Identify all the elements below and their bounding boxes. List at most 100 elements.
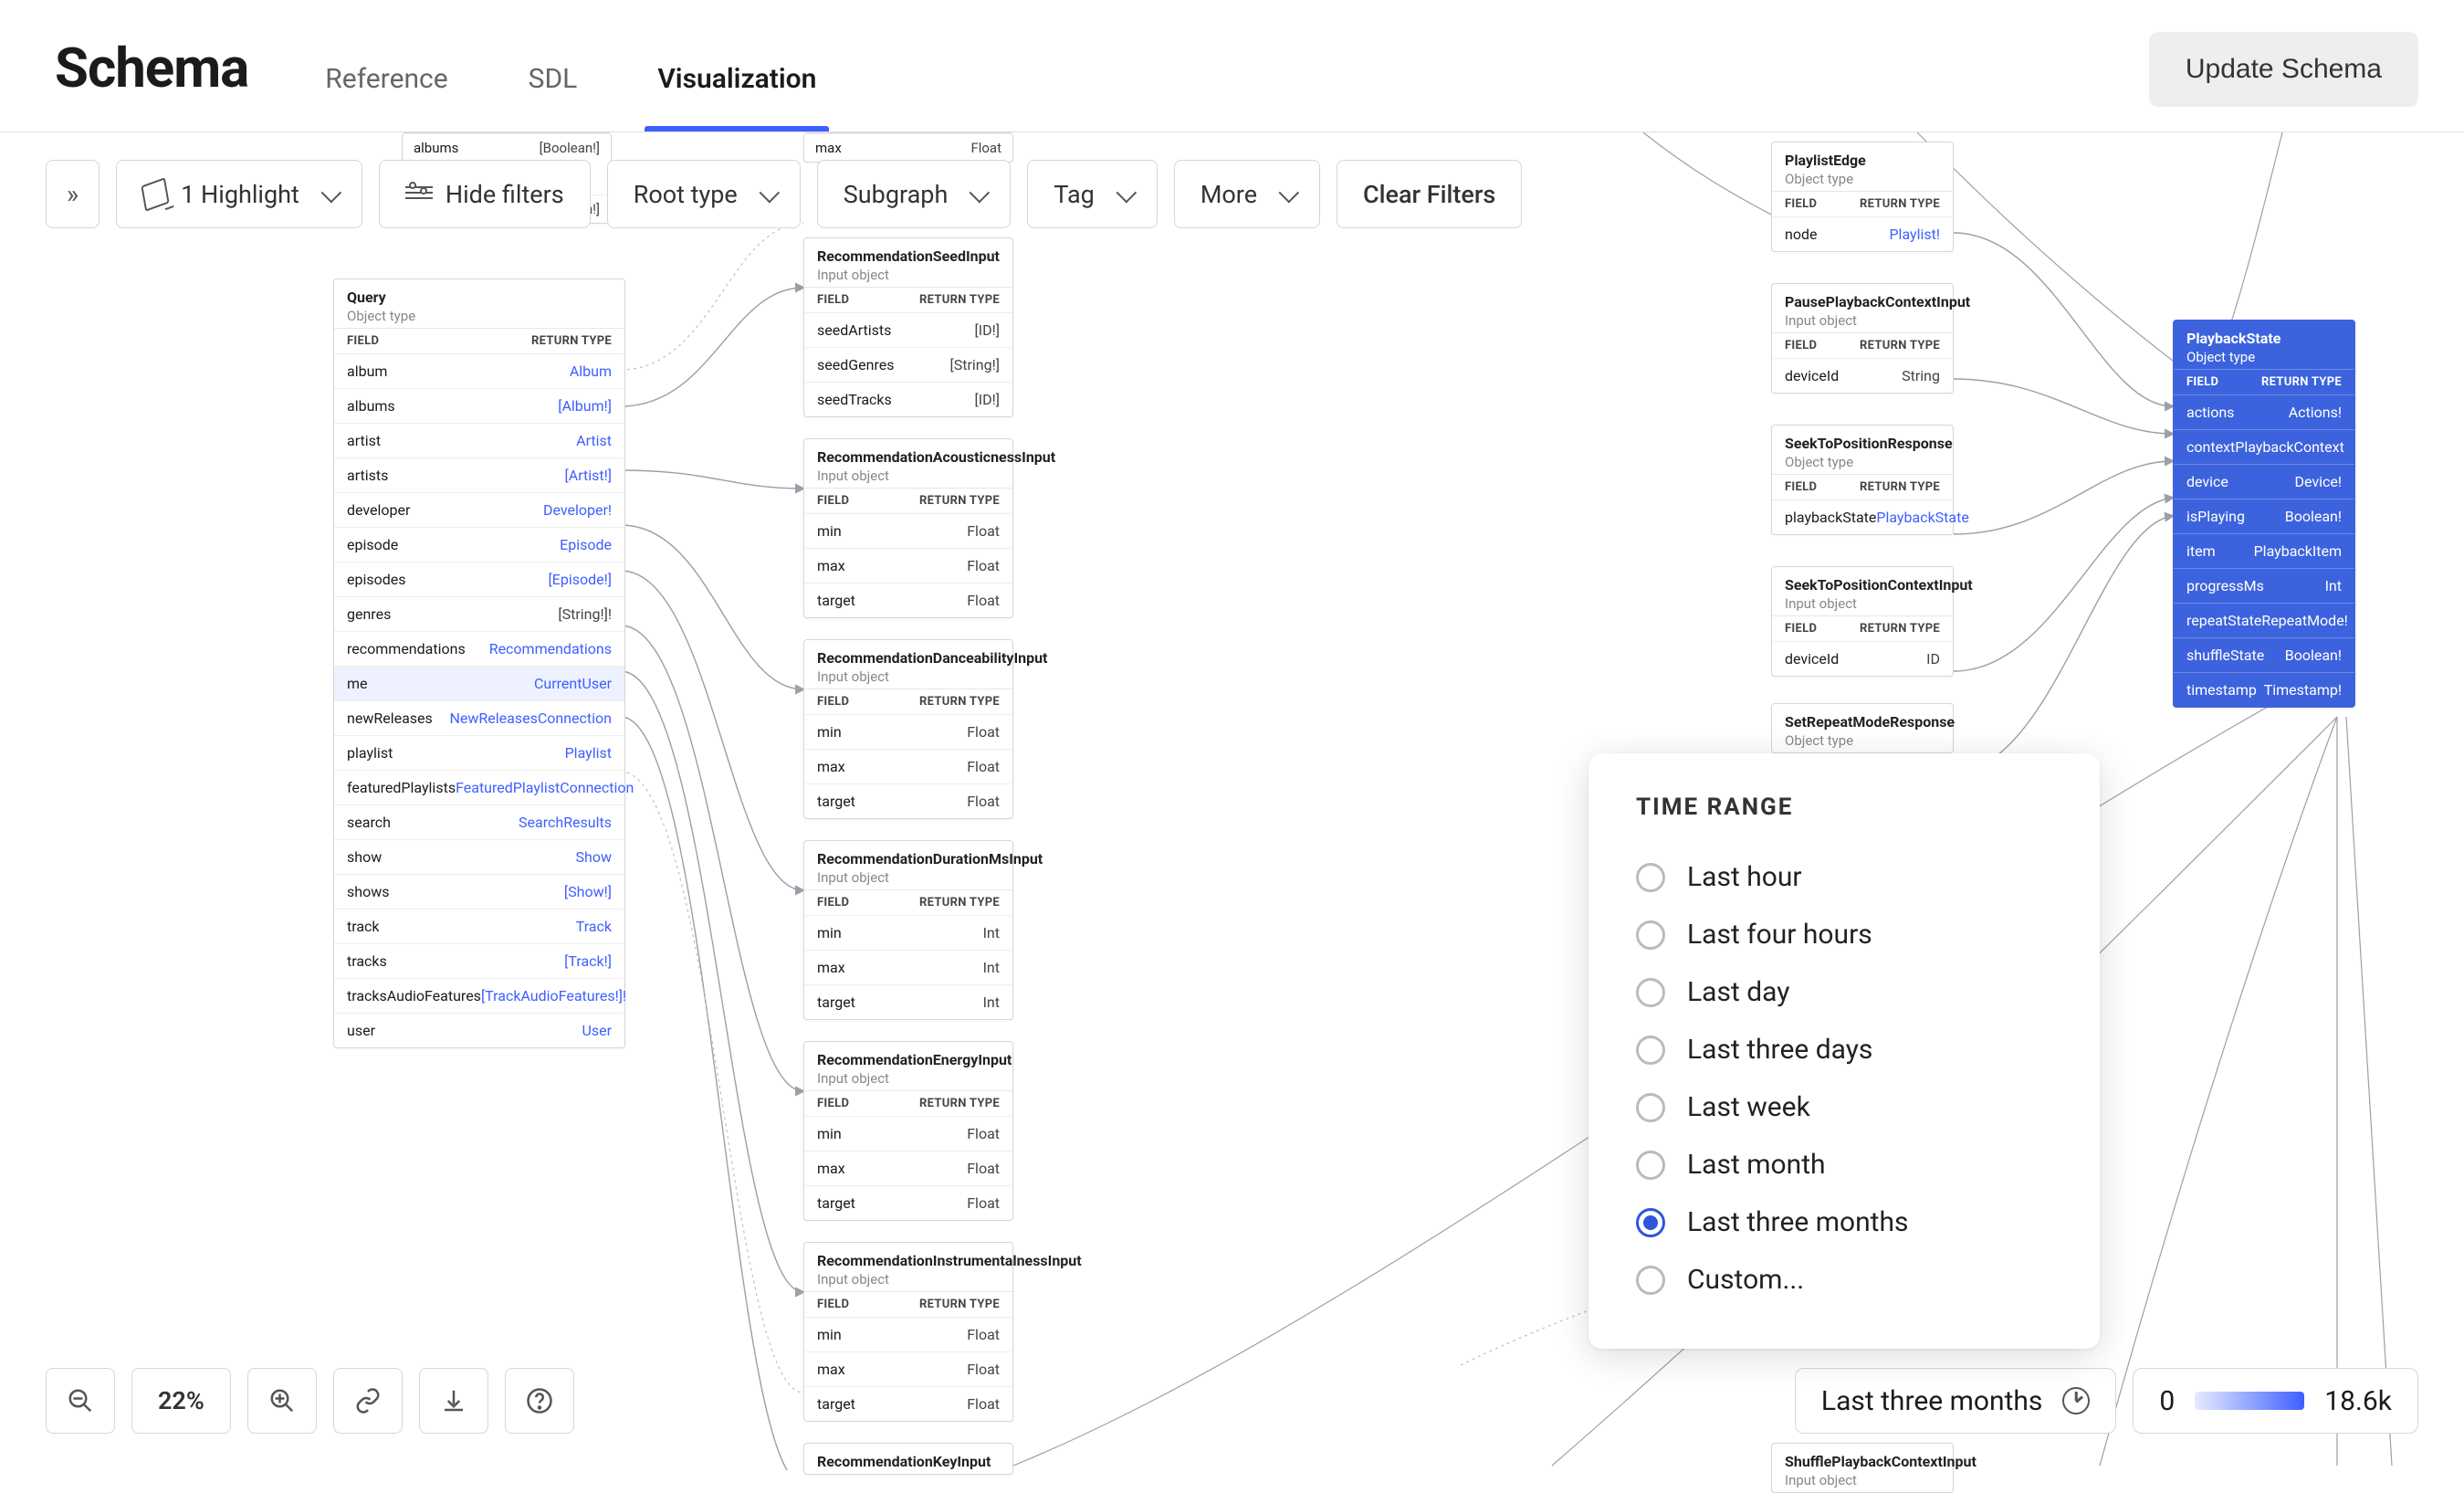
- table-row[interactable]: episodes[Episode!]: [334, 562, 624, 596]
- time-range-option[interactable]: Last day: [1636, 963, 2052, 1021]
- table-row[interactable]: maxFloat: [804, 133, 1012, 162]
- chevron-down-icon: [1279, 180, 1294, 209]
- tab-reference[interactable]: Reference: [321, 63, 451, 131]
- table-row[interactable]: episodeEpisode: [334, 527, 624, 562]
- table-row[interactable]: albums[Album!]: [334, 388, 624, 423]
- table-row[interactable]: minFloat: [804, 513, 1012, 548]
- node-recommendation-seed[interactable]: RecommendationSeedInputInput objectFIELD…: [803, 237, 1013, 417]
- node-query[interactable]: QueryObject typeFIELDRETURN TYPEalbumAlb…: [333, 279, 625, 1048]
- hide-filters-button[interactable]: Hide filters: [379, 160, 591, 228]
- table-row[interactable]: minFloat: [804, 714, 1012, 749]
- highlight-dropdown[interactable]: 1 Highlight: [116, 160, 362, 228]
- table-row[interactable]: artists[Artist!]: [334, 457, 624, 492]
- share-link-button[interactable]: [333, 1368, 403, 1434]
- table-row[interactable]: artistArtist: [334, 423, 624, 457]
- update-schema-button[interactable]: Update Schema: [2149, 32, 2418, 107]
- table-row[interactable]: deviceDevice!: [2174, 464, 2354, 499]
- time-range-button[interactable]: Last three months: [1795, 1368, 2117, 1434]
- time-range-option[interactable]: Last three days: [1636, 1021, 2052, 1078]
- node-fragment-float[interactable]: maxFloat: [803, 132, 1013, 163]
- subgraph-dropdown[interactable]: Subgraph: [817, 160, 1012, 228]
- visualization-canvas[interactable]: albums[Boolean!] tracks[Boolean!] maxFlo…: [0, 132, 2464, 1470]
- table-row[interactable]: targetFloat: [804, 583, 1012, 617]
- table-row[interactable]: maxFloat: [804, 1151, 1012, 1185]
- table-row[interactable]: actionsActions!: [2174, 394, 2354, 429]
- table-row[interactable]: recommendationsRecommendations: [334, 631, 624, 666]
- table-row[interactable]: targetFloat: [804, 1386, 1012, 1421]
- table-row[interactable]: showShow: [334, 839, 624, 874]
- table-row[interactable]: developerDeveloper!: [334, 492, 624, 527]
- table-row[interactable]: targetFloat: [804, 783, 1012, 818]
- table-row[interactable]: userUser: [334, 1013, 624, 1047]
- table-row[interactable]: contextPlaybackContext: [2174, 429, 2354, 464]
- table-row[interactable]: trackTrack: [334, 909, 624, 943]
- table-row[interactable]: nodePlaylist!: [1772, 216, 1953, 251]
- table-row[interactable]: seedTracks[ID!]: [804, 382, 1012, 416]
- node-seek-to-position-context[interactable]: SeekToPositionContextInputInput objectFI…: [1771, 566, 1954, 677]
- table-row[interactable]: minFloat: [804, 1116, 1012, 1151]
- table-row[interactable]: playlistPlaylist: [334, 735, 624, 770]
- table-row[interactable]: maxFloat: [804, 548, 1012, 583]
- time-range-option[interactable]: Last hour: [1636, 848, 2052, 906]
- zoom-percent[interactable]: 22%: [131, 1368, 231, 1434]
- table-row[interactable]: minInt: [804, 915, 1012, 950]
- time-range-option[interactable]: Last month: [1636, 1136, 2052, 1193]
- table-row[interactable]: timestampTimestamp!: [2174, 672, 2354, 707]
- help-button[interactable]: [505, 1368, 574, 1434]
- help-icon: [526, 1387, 553, 1414]
- time-range-option[interactable]: Last three months: [1636, 1193, 2052, 1251]
- node-seek-to-position-response[interactable]: SeekToPositionResponseObject typeFIELDRE…: [1771, 425, 1954, 535]
- time-range-option[interactable]: Custom...: [1636, 1251, 2052, 1309]
- table-row[interactable]: isPlayingBoolean!: [2174, 499, 2354, 533]
- node-recommendation-energy[interactable]: RecommendationEnergyInputInput objectFIE…: [803, 1041, 1013, 1221]
- table-row[interactable]: shows[Show!]: [334, 874, 624, 909]
- node-set-repeat-mode-response[interactable]: SetRepeatModeResponseObject type: [1771, 703, 1954, 753]
- table-row[interactable]: seedArtists[ID!]: [804, 312, 1012, 347]
- table-row[interactable]: maxInt: [804, 950, 1012, 984]
- download-icon: [440, 1387, 467, 1414]
- clear-filters-button[interactable]: Clear Filters: [1337, 160, 1522, 228]
- table-row[interactable]: maxFloat: [804, 1351, 1012, 1386]
- zoom-in-button[interactable]: [247, 1368, 317, 1434]
- table-row[interactable]: playbackStatePlaybackState: [1772, 499, 1953, 534]
- node-playback-state[interactable]: PlaybackStateObject typeFIELDRETURN TYPE…: [2173, 320, 2355, 708]
- node-recommendation-duration[interactable]: RecommendationDurationMsInputInput objec…: [803, 840, 1013, 1020]
- node-shuffle-playback-context[interactable]: ShufflePlaybackContextInputInput object: [1771, 1443, 1954, 1493]
- table-row[interactable]: tracksAudioFeatures[TrackAudioFeatures!]…: [334, 978, 624, 1013]
- table-row[interactable]: newReleasesNewReleasesConnection: [334, 700, 624, 735]
- table-row[interactable]: seedGenres[String!]: [804, 347, 1012, 382]
- table-row[interactable]: itemPlaybackItem: [2174, 533, 2354, 568]
- table-row[interactable]: minFloat: [804, 1317, 1012, 1351]
- table-row[interactable]: shuffleStateBoolean!: [2174, 637, 2354, 672]
- gradient-icon: [2195, 1392, 2304, 1410]
- time-range-option[interactable]: Last four hours: [1636, 906, 2052, 963]
- table-row[interactable]: targetFloat: [804, 1185, 1012, 1220]
- table-row[interactable]: targetInt: [804, 984, 1012, 1019]
- table-row[interactable]: albumAlbum: [334, 353, 624, 388]
- node-recommendation-danceability[interactable]: RecommendationDanceabilityInputInput obj…: [803, 639, 1013, 819]
- time-range-option[interactable]: Last week: [1636, 1078, 2052, 1136]
- table-row[interactable]: repeatStateRepeatMode!: [2174, 603, 2354, 637]
- table-row[interactable]: albums[Boolean!]: [403, 133, 611, 162]
- tab-sdl[interactable]: SDL: [525, 63, 582, 131]
- zoom-out-button[interactable]: [46, 1368, 115, 1434]
- table-row[interactable]: progressMsInt: [2174, 568, 2354, 603]
- table-row[interactable]: searchSearchResults: [334, 804, 624, 839]
- more-dropdown[interactable]: More: [1174, 160, 1320, 228]
- table-row[interactable]: tracks[Track!]: [334, 943, 624, 978]
- table-row[interactable]: deviceIdString: [1772, 358, 1953, 393]
- tag-dropdown[interactable]: Tag: [1027, 160, 1157, 228]
- table-row[interactable]: deviceIdID: [1772, 641, 1953, 676]
- table-row[interactable]: featuredPlaylistsFeaturedPlaylistConnect…: [334, 770, 624, 804]
- table-row[interactable]: genres[String!]!: [334, 596, 624, 631]
- expand-sidebar-button[interactable]: [46, 160, 100, 228]
- root-type-dropdown[interactable]: Root type: [607, 160, 801, 228]
- table-row[interactable]: maxFloat: [804, 749, 1012, 783]
- node-recommendation-acousticness[interactable]: RecommendationAcousticnessInputInput obj…: [803, 438, 1013, 618]
- tab-visualization[interactable]: Visualization: [654, 63, 820, 131]
- node-playlist-edge[interactable]: PlaylistEdgeObject typeFIELDRETURN TYPEn…: [1771, 142, 1954, 252]
- download-button[interactable]: [419, 1368, 488, 1434]
- node-recommendation-instrumentalness[interactable]: RecommendationInstrumentalnessInputInput…: [803, 1242, 1013, 1422]
- table-row[interactable]: meCurrentUser: [334, 666, 624, 700]
- node-pause-playback-context[interactable]: PausePlaybackContextInputInput objectFIE…: [1771, 283, 1954, 394]
